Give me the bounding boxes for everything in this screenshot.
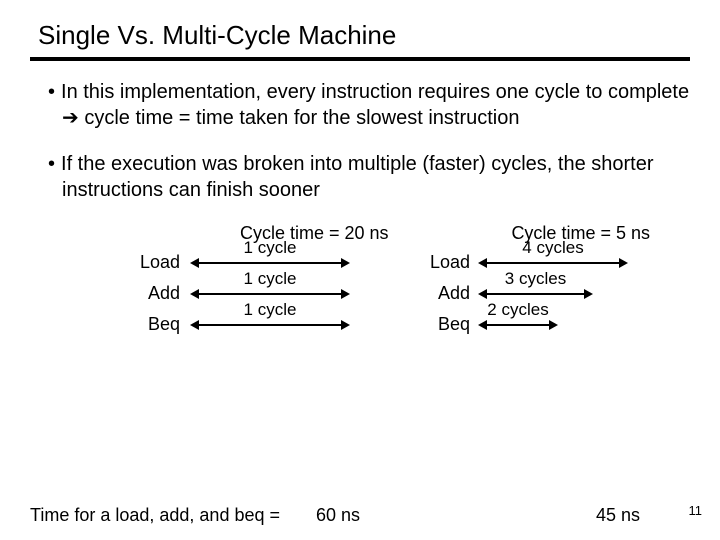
arrow-icon — [190, 256, 350, 270]
row-beq: Beq 1 cycle Beq 2 cycles — [30, 314, 690, 335]
footer-value-right: 45 ns — [596, 505, 640, 526]
footer-text: Time for a load, add, and beq = — [30, 505, 280, 526]
left-label-add: Add — [30, 283, 190, 304]
title-rule — [30, 57, 690, 61]
footer-value-left: 60 ns — [316, 505, 360, 526]
right-label-load: Load — [420, 252, 478, 273]
arrow-icon — [478, 287, 593, 301]
page-number: 11 — [689, 503, 703, 518]
right-caption-beq: 2 cycles — [478, 300, 558, 320]
left-caption-load: 1 cycle — [190, 238, 350, 258]
left-label-load: Load — [30, 252, 190, 273]
right-label-beq: Beq — [420, 314, 478, 335]
slide-title: Single Vs. Multi-Cycle Machine — [38, 20, 690, 51]
arrow-icon — [190, 287, 350, 301]
row-add: Add 1 cycle Add 3 cycles — [30, 283, 690, 304]
arrow-icon — [190, 318, 350, 332]
diagram: Cycle time = 20 ns Cycle time = 5 ns Loa… — [30, 223, 690, 335]
bullet-1: •In this implementation, every instructi… — [48, 79, 690, 131]
right-label-add: Add — [420, 283, 478, 304]
left-caption-add: 1 cycle — [190, 269, 350, 289]
arrow-icon — [478, 318, 558, 332]
left-caption-beq: 1 cycle — [190, 300, 350, 320]
arrow-icon — [478, 256, 628, 270]
left-label-beq: Beq — [30, 314, 190, 335]
right-caption-load: 4 cycles — [478, 238, 628, 258]
bullet-2: •If the execution was broken into multip… — [48, 151, 690, 203]
right-caption-add: 3 cycles — [478, 269, 593, 289]
footer-line: Time for a load, add, and beq = 60 ns 45… — [30, 505, 690, 526]
